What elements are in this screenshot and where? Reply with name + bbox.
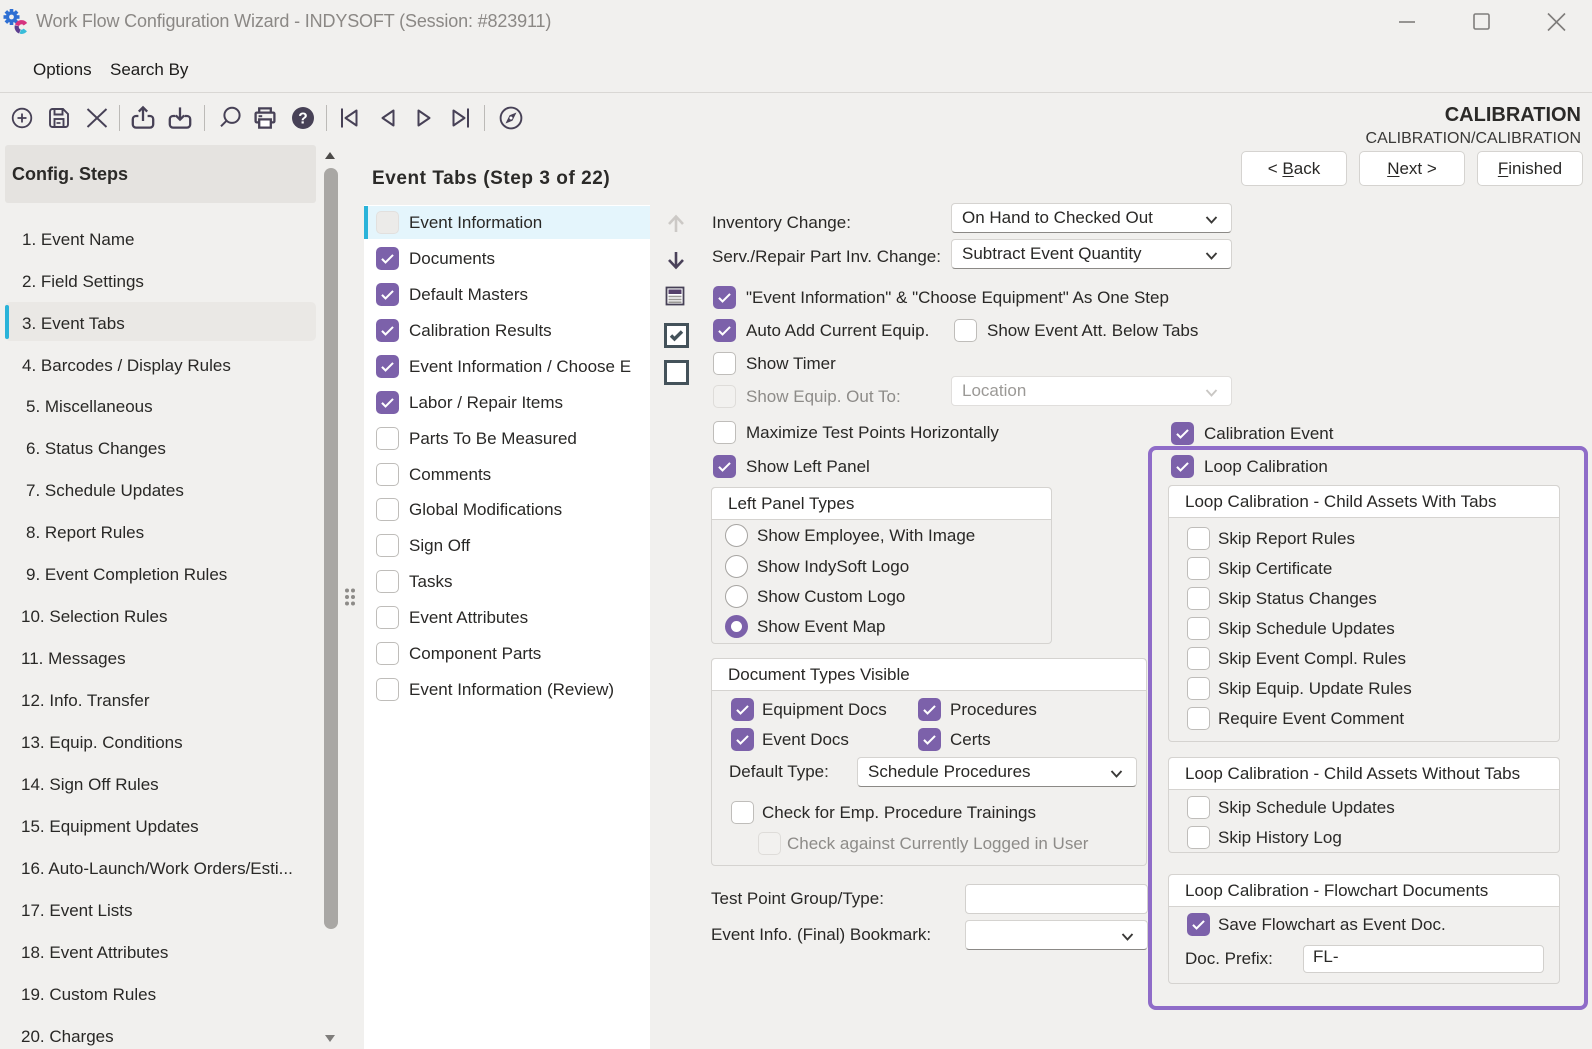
svg-text:?: ?: [298, 111, 307, 128]
